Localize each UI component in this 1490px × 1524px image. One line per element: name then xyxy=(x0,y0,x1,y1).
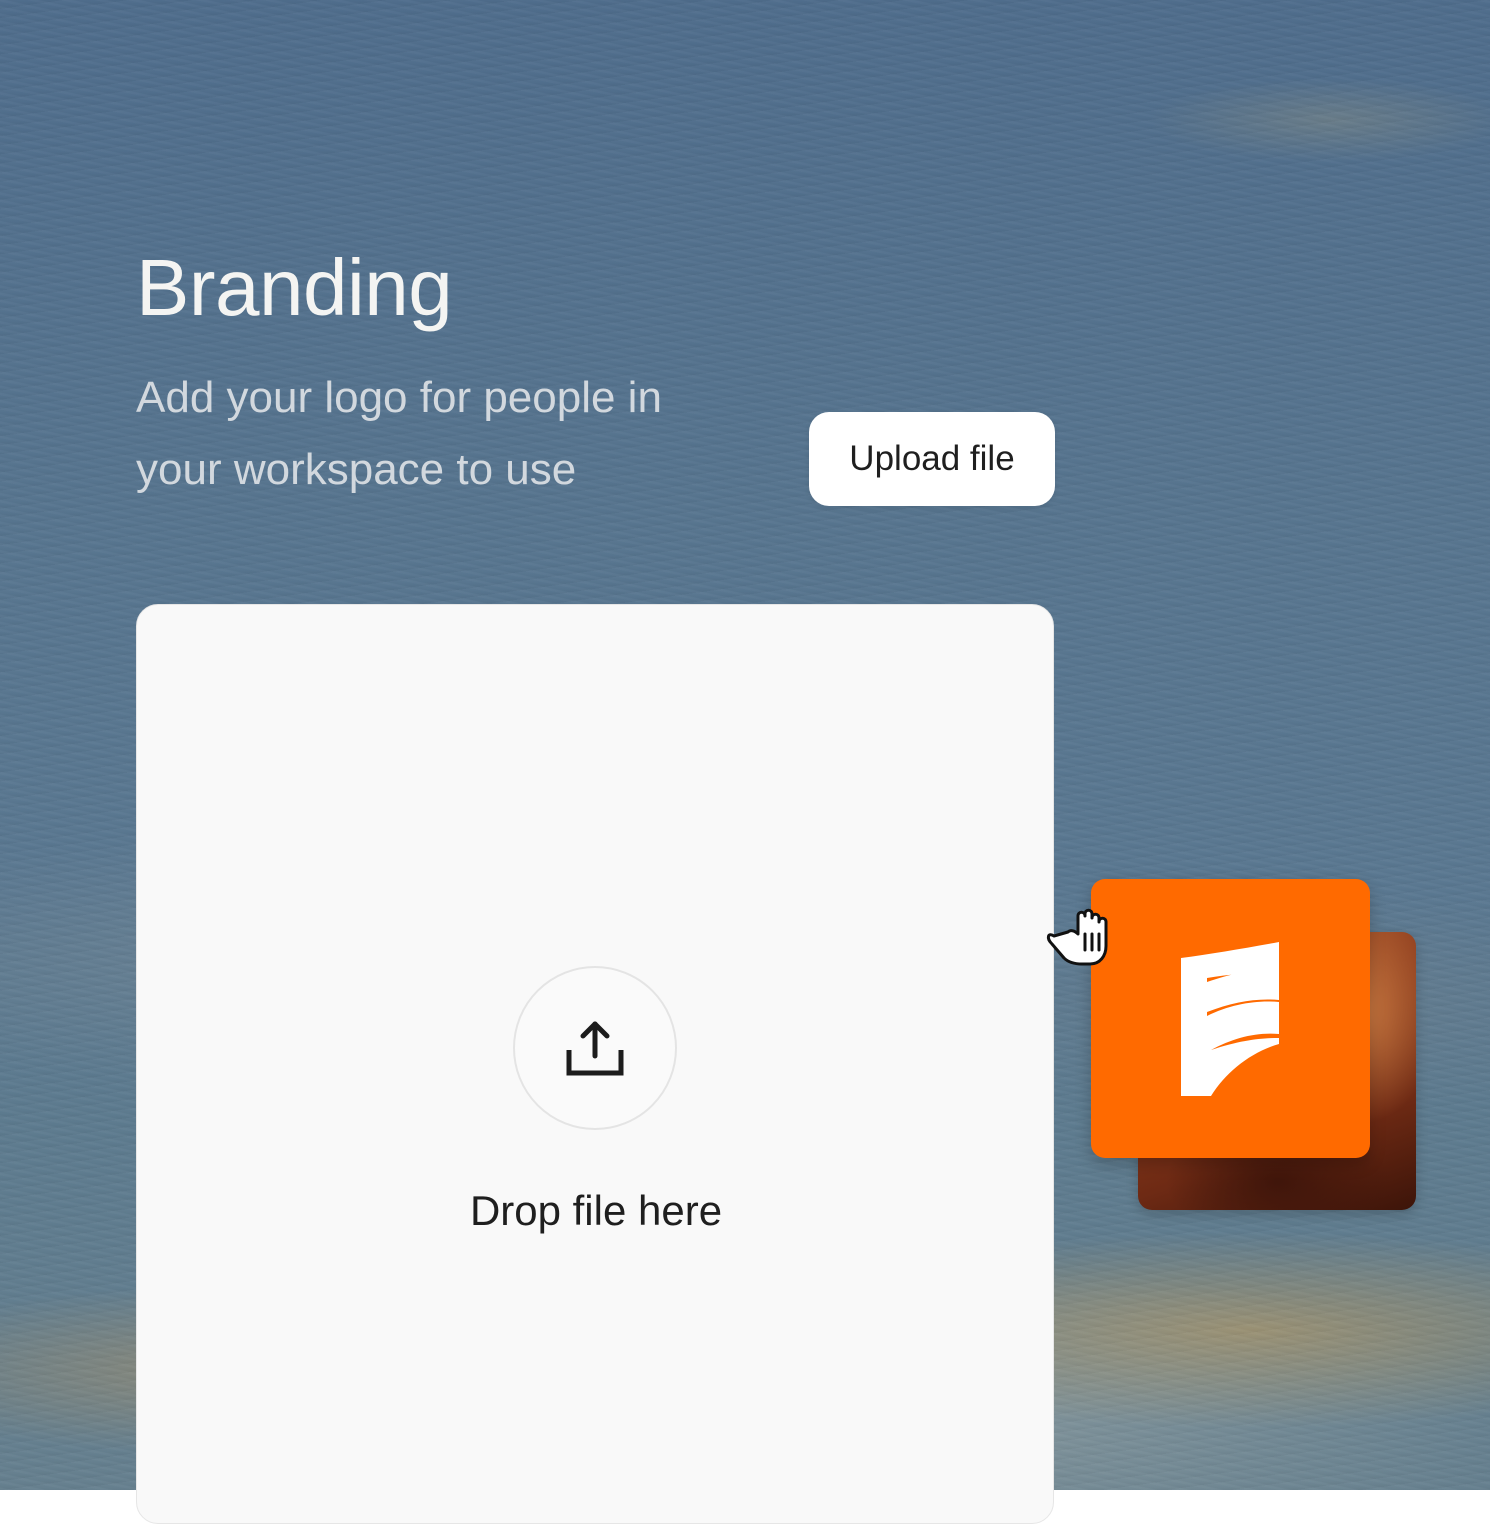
grab-cursor-icon xyxy=(1046,908,1108,966)
file-dropzone[interactable]: Drop file here xyxy=(136,604,1054,1524)
upload-icon xyxy=(566,1021,624,1076)
upload-file-button[interactable]: Upload file xyxy=(809,412,1055,506)
upload-icon-circle xyxy=(513,966,677,1130)
page-subtitle: Add your logo for people in your workspa… xyxy=(136,373,662,494)
drop-file-label: Drop file here xyxy=(469,1187,723,1234)
brand-logo-icon xyxy=(1180,941,1279,1096)
page-title: Branding xyxy=(136,243,453,332)
dragged-logo-card[interactable] xyxy=(1091,879,1370,1158)
